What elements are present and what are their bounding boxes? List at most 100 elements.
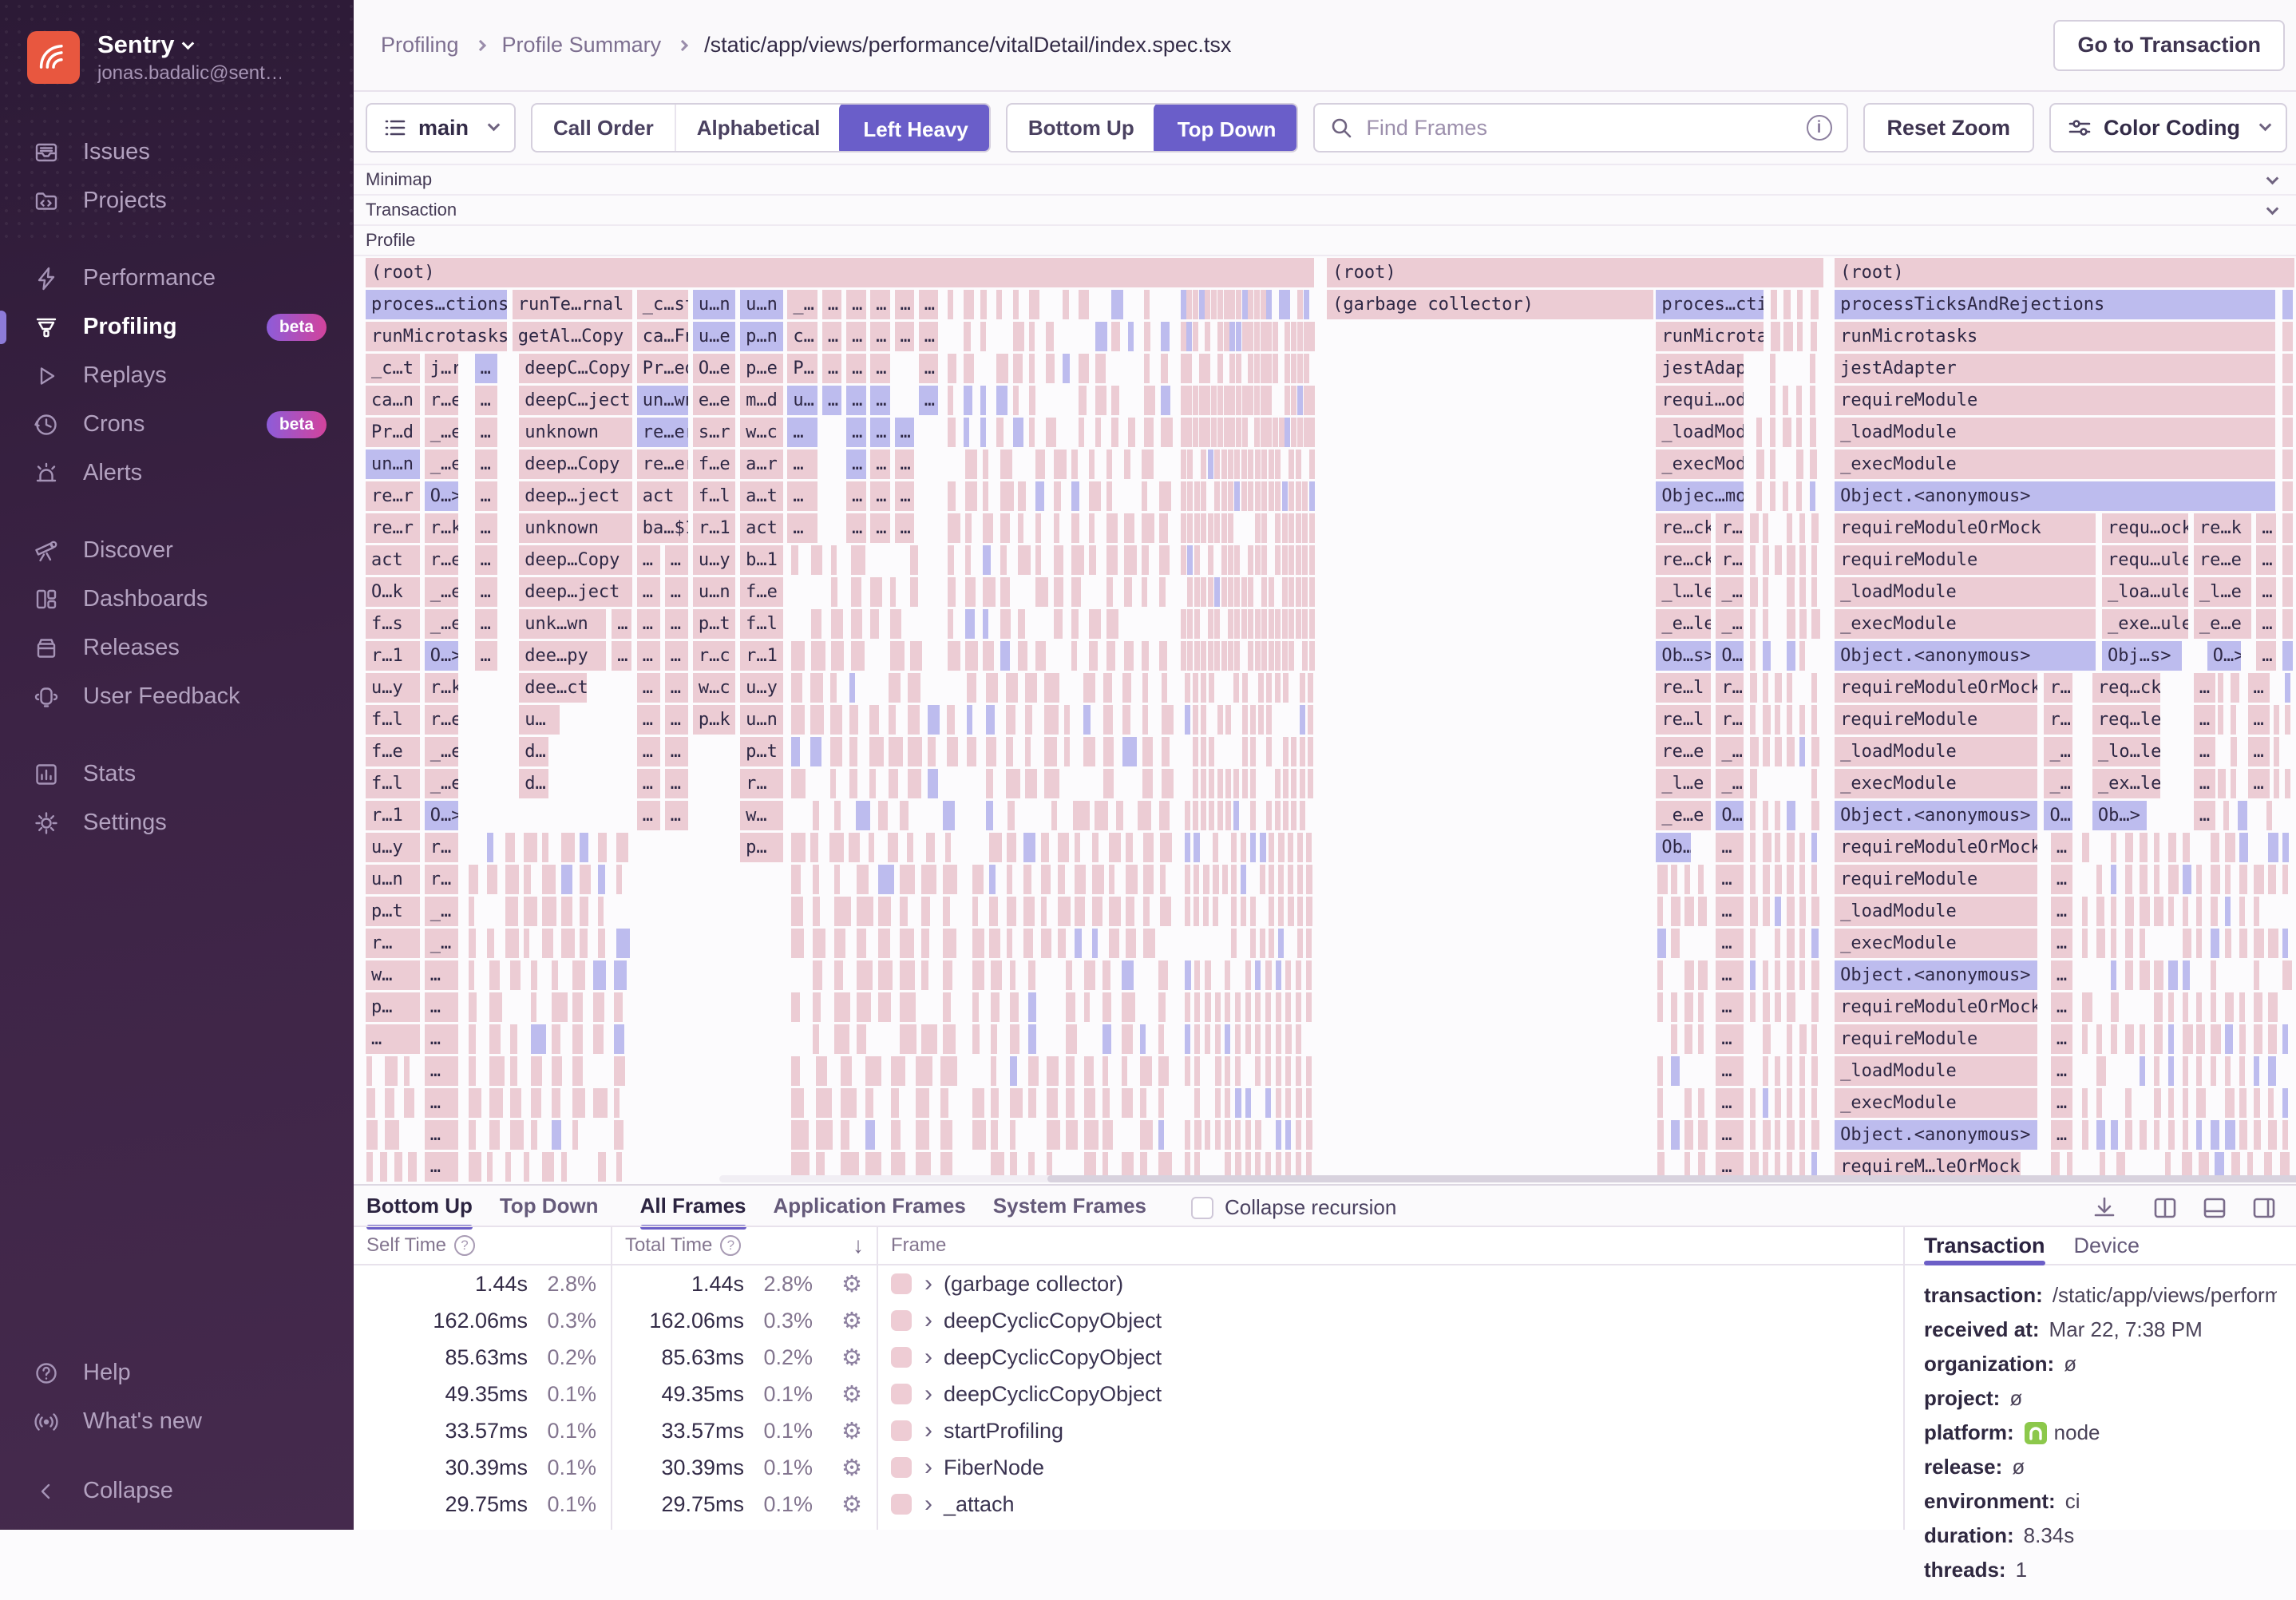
flame-frame[interactable] (900, 992, 916, 1022)
flame-frame[interactable] (1296, 386, 1303, 415)
flame-frame[interactable]: … (918, 354, 939, 383)
flame-frame[interactable] (1278, 897, 1285, 926)
flame-frame[interactable] (1000, 545, 1007, 575)
flame-frame[interactable] (810, 737, 821, 766)
flame-frame[interactable] (1266, 705, 1273, 735)
flame-frame[interactable] (813, 1024, 819, 1054)
flame-frame[interactable]: … (894, 450, 915, 479)
flame-frame[interactable]: … (636, 801, 661, 830)
flame-frame[interactable] (1797, 290, 1803, 319)
flame-frame[interactable] (1774, 545, 1782, 575)
flame-frame[interactable] (2153, 1120, 2160, 1150)
flame-frame[interactable] (597, 1152, 607, 1182)
tab-application-frames[interactable]: Application Frames (774, 1194, 966, 1230)
chevron-down-icon[interactable] (2266, 202, 2279, 215)
flame-frame[interactable] (2153, 992, 2163, 1022)
flame-frame[interactable] (1259, 833, 1266, 862)
flame-frame[interactable] (1762, 801, 1769, 830)
flame-frame[interactable] (1799, 833, 1805, 862)
flame-frame[interactable]: u…n (740, 705, 783, 735)
flame-frame[interactable] (1057, 865, 1065, 894)
flame-frame[interactable] (2124, 897, 2134, 926)
flame-frame[interactable] (2267, 1056, 2277, 1086)
flame-frame[interactable] (2139, 1024, 2145, 1054)
flame-frame[interactable] (1139, 1024, 1146, 1054)
flame-frame[interactable] (1227, 641, 1233, 671)
layout-columns-icon[interactable] (2151, 1194, 2179, 1222)
flame-frame[interactable] (1121, 1088, 1134, 1118)
flame-frame[interactable]: … (424, 992, 459, 1022)
flame-frame[interactable]: … (846, 418, 866, 447)
flame-frame[interactable]: _l…le (1656, 577, 1711, 607)
flame-frame[interactable] (1282, 801, 1289, 830)
flame-frame[interactable]: … (474, 513, 497, 543)
color-coding-select[interactable]: Color Coding (2049, 103, 2287, 152)
layout-bottom-icon[interactable] (2200, 1194, 2229, 1222)
flame-frame[interactable] (1044, 737, 1057, 766)
flame-frame[interactable] (1106, 513, 1118, 543)
flame-frame[interactable] (1209, 801, 1215, 830)
flame-frame[interactable] (877, 992, 892, 1022)
flame-frame[interactable]: … (821, 290, 842, 319)
flame-frame[interactable] (1285, 992, 1292, 1022)
flame-frame[interactable] (947, 705, 955, 735)
flame-frame[interactable] (1071, 641, 1077, 671)
flame-frame[interactable] (964, 577, 976, 607)
flame-frame[interactable] (1053, 577, 1064, 607)
flame-frame[interactable] (1035, 481, 1045, 511)
flame-frame[interactable]: … (846, 513, 866, 543)
flame-frame[interactable]: w… (740, 801, 783, 830)
flame-frame[interactable] (1810, 418, 1816, 447)
flame-frame[interactable] (1012, 290, 1019, 319)
flame-frame[interactable] (593, 1088, 608, 1118)
flame-frame[interactable] (2153, 865, 2159, 894)
flame-frame[interactable] (1235, 386, 1241, 415)
flame-frame[interactable] (1787, 1120, 1795, 1150)
flame-frame[interactable] (1040, 897, 1047, 926)
flame-frame[interactable]: r… (366, 929, 421, 958)
flame-frame[interactable] (505, 865, 519, 894)
flame-frame[interactable] (2111, 1024, 2118, 1054)
flame-frame[interactable] (964, 386, 972, 415)
flame-frame[interactable] (1209, 737, 1215, 766)
flame-frame[interactable] (1184, 1024, 1190, 1054)
flame-frame[interactable] (2124, 1024, 2134, 1054)
flame-frame[interactable] (1160, 897, 1172, 926)
flame-frame[interactable] (1124, 577, 1133, 607)
flame-frame[interactable] (1214, 1056, 1222, 1086)
flame-frame[interactable] (1217, 801, 1223, 830)
flame-frame[interactable] (1009, 1088, 1023, 1118)
flame-frame[interactable] (1023, 833, 1036, 862)
flame-frame[interactable]: p…k (692, 705, 736, 735)
flame-frame[interactable]: deepC…Copy (519, 354, 633, 383)
flame-frame[interactable] (1121, 960, 1134, 990)
flame-frame[interactable] (1291, 801, 1297, 830)
flame-frame[interactable]: requireModule (1835, 545, 2096, 575)
flame-frame[interactable] (1142, 897, 1150, 926)
flame-frame[interactable] (1291, 418, 1297, 447)
flame-frame[interactable] (1245, 992, 1251, 1022)
flame-frame[interactable] (1144, 418, 1154, 447)
flame-frame[interactable]: … (2050, 1088, 2072, 1118)
flame-frame[interactable] (1295, 545, 1301, 575)
flame-frame[interactable] (616, 833, 628, 862)
flame-frame[interactable] (943, 865, 958, 894)
flame-frame[interactable] (834, 801, 841, 830)
flame-frame[interactable] (1144, 354, 1150, 383)
flame-frame[interactable] (1296, 418, 1303, 447)
flame-frame[interactable] (2182, 1088, 2188, 1118)
flame-frame[interactable] (1750, 833, 1756, 862)
flame-frame[interactable] (1245, 1120, 1251, 1150)
flame-frame[interactable] (1774, 1056, 1780, 1086)
flame-frame[interactable] (1231, 865, 1237, 894)
flame-frame[interactable] (597, 833, 608, 862)
flame-frame[interactable] (552, 960, 558, 990)
flame-frame[interactable] (1126, 929, 1136, 958)
flame-frame[interactable] (1028, 960, 1035, 990)
flame-frame[interactable] (1787, 641, 1796, 671)
flame-frame[interactable] (469, 865, 479, 894)
flame-frame[interactable]: Object.<anonymous> (1835, 481, 2275, 511)
flame-frame[interactable] (877, 865, 895, 894)
flame-frame[interactable]: deep…ject (519, 577, 633, 607)
flame-frame[interactable] (1012, 322, 1024, 351)
